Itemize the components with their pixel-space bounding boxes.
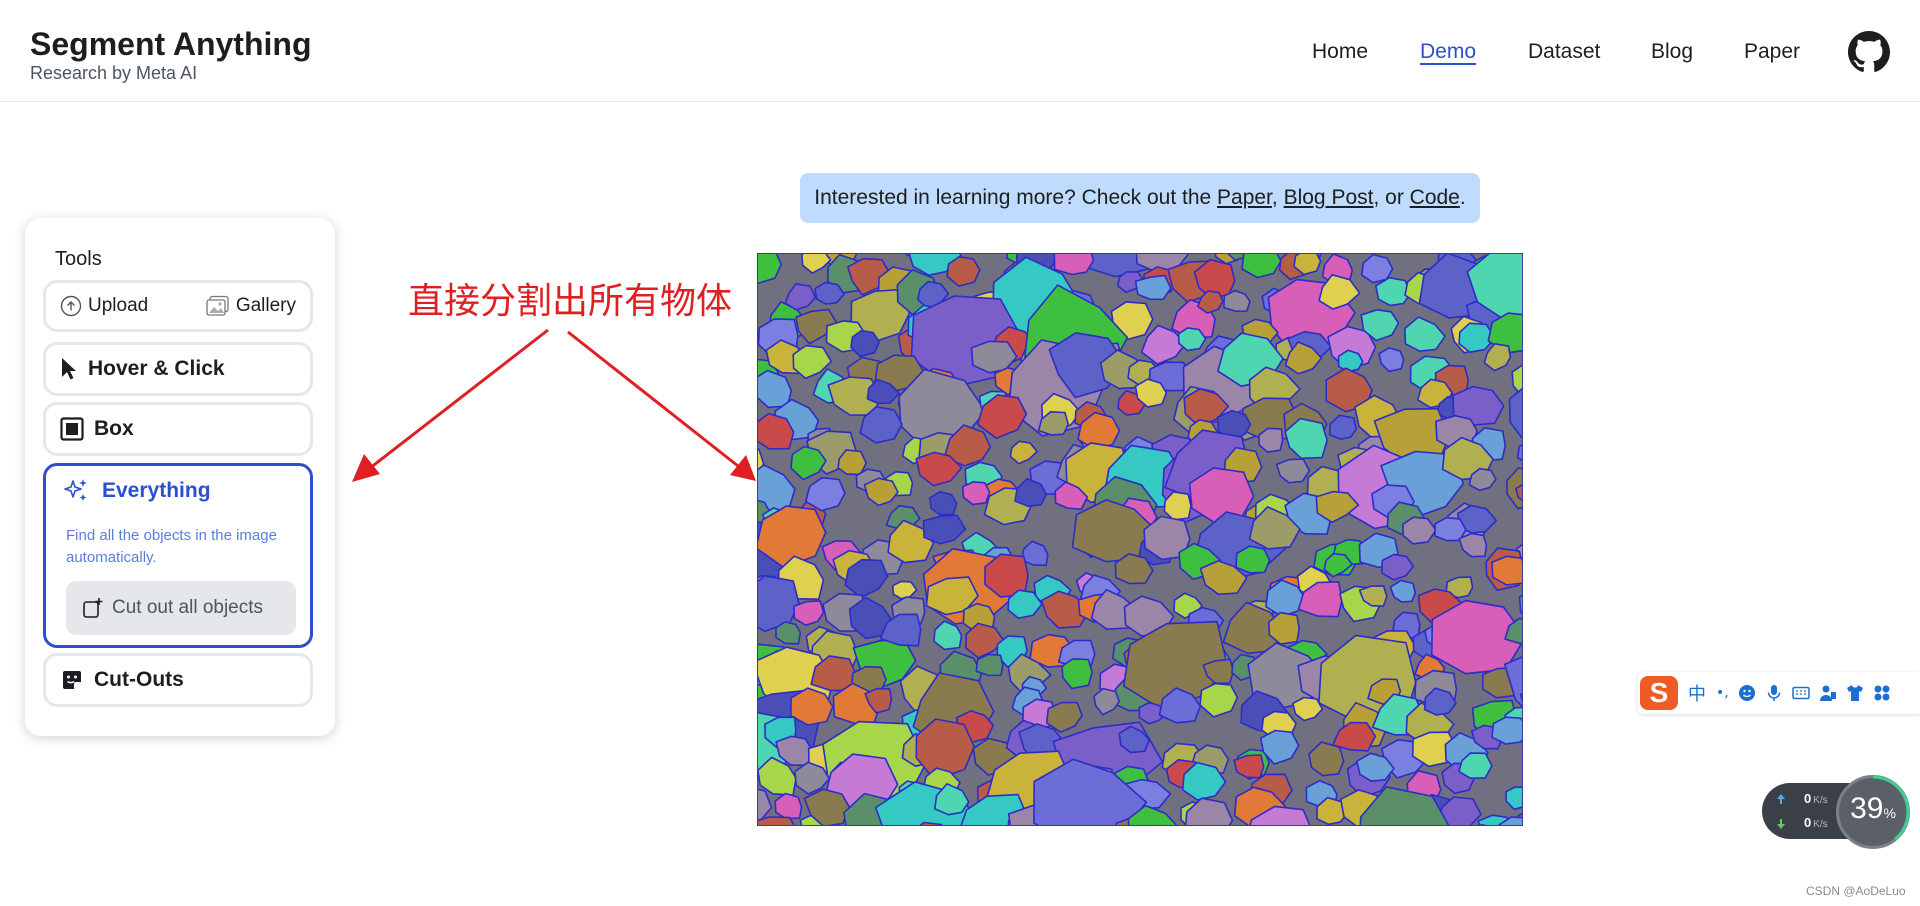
sticker-icon (63, 671, 81, 689)
csdn-watermark: CSDN @AoDeLuo (1806, 884, 1906, 898)
nav-dataset[interactable]: Dataset (1528, 40, 1600, 64)
skin-shirt-icon[interactable] (1846, 684, 1864, 702)
tool-box[interactable]: Box (43, 402, 313, 456)
upload-button[interactable]: Upload (60, 295, 148, 317)
usage-percent: 39% (1850, 792, 1896, 825)
toolbox-grid-icon[interactable] (1873, 684, 1891, 702)
emoji-icon[interactable] (1738, 684, 1756, 702)
sparkles-icon (64, 479, 87, 501)
upload-gallery-row: Upload Gallery (43, 280, 313, 332)
github-icon[interactable] (1848, 31, 1890, 73)
banner-prefix: Interested in learning more? Check out t… (814, 186, 1218, 209)
ime-logo-icon[interactable]: S (1640, 676, 1678, 710)
ime-mode[interactable]: 中 (1688, 680, 1706, 706)
upload-icon (60, 295, 82, 317)
everything-label: Everything (102, 479, 211, 502)
cutouts-label: Cut-Outs (94, 668, 184, 691)
blog-post-link[interactable]: Blog Post (1284, 186, 1374, 209)
code-link[interactable]: Code (1410, 186, 1460, 209)
segmentation-masks (758, 254, 1522, 825)
rock-mask (975, 653, 1004, 677)
upload-arrow-icon (1777, 794, 1785, 804)
nav-blog[interactable]: Blog (1651, 40, 1693, 64)
rock-mask (1053, 254, 1095, 276)
user-icon[interactable] (1819, 684, 1837, 702)
ime-punctuation[interactable]: •, (1716, 685, 1729, 701)
gallery-label: Gallery (235, 295, 296, 316)
annotation-text: 直接分割出所有物体 (408, 281, 733, 322)
nav-paper[interactable]: Paper (1744, 40, 1800, 64)
microphone-icon[interactable] (1765, 684, 1783, 702)
top-header: Segment Anything Research by Meta AI Hom… (0, 0, 1920, 102)
tools-title: Tools (55, 248, 102, 270)
tool-everything[interactable]: Everything Find all the objects in the i… (43, 463, 313, 648)
tool-cutouts[interactable]: Cut-Outs (43, 653, 313, 707)
paper-link[interactable]: Paper (1217, 186, 1272, 209)
hover-click-label: Hover & Click (88, 357, 225, 380)
gallery-icon (206, 295, 229, 316)
rock-mask (775, 621, 802, 645)
upload-label: Upload (88, 295, 149, 316)
rock-mask (1235, 545, 1271, 574)
banner-suffix: . (1459, 186, 1466, 209)
tool-hover-click[interactable]: Hover & Click (43, 342, 313, 396)
rock-mask (1258, 427, 1284, 453)
nav-demo[interactable]: Demo (1420, 40, 1476, 64)
tools-panel: Tools Upload Gallery Hover & Click Box E… (25, 218, 335, 736)
rock-mask (1491, 716, 1522, 745)
rock-mask (774, 792, 803, 820)
box-label: Box (94, 417, 134, 440)
upload-speed: 0 K/s (1804, 791, 1828, 806)
gallery-button[interactable]: Gallery (206, 295, 296, 317)
ime-toolbar: S 中 •, (1638, 672, 1920, 714)
segmented-image[interactable] (757, 253, 1523, 826)
banner-sep-2: , or (1373, 186, 1410, 209)
rock-mask (837, 449, 867, 476)
cut-out-all-label: Cut out all objects (112, 597, 264, 618)
cut-out-icon (83, 598, 103, 618)
download-arrow-icon (1777, 819, 1785, 829)
brand-title[interactable]: Segment Anything (30, 26, 311, 63)
rock-mask (1337, 349, 1364, 373)
brand-subtitle: Research by Meta AI (30, 63, 198, 83)
memory-usage-gauge[interactable]: 39% (1836, 775, 1910, 849)
keyboard-icon[interactable] (1791, 684, 1810, 702)
cursor-icon (62, 358, 76, 380)
banner-sep-1: , (1271, 186, 1284, 209)
rock-mask (1134, 274, 1172, 301)
download-speed: 0 K/s (1804, 815, 1828, 830)
box-icon (60, 417, 84, 441)
everything-description: Find all the objects in the image automa… (66, 527, 277, 566)
everything-header: Everything (64, 478, 211, 504)
cut-out-all-button[interactable]: Cut out all objects (66, 581, 296, 635)
info-banner: Interested in learning more? Check out t… (800, 173, 1480, 223)
nav-home[interactable]: Home (1312, 40, 1368, 64)
